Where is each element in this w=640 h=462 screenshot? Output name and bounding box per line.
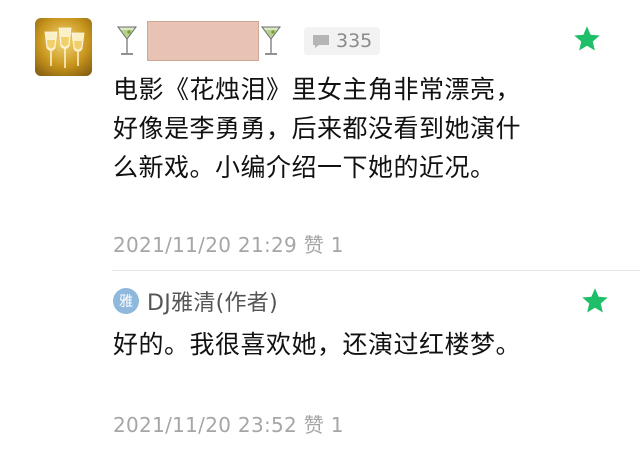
author-badge: 雅 xyxy=(113,288,139,314)
comment-count: 335 xyxy=(336,30,373,52)
comment-likes[interactable]: 赞 1 xyxy=(304,233,344,257)
reply-likes[interactable]: 赞 1 xyxy=(304,413,344,437)
reply-timestamp: 2021/11/20 23:52 xyxy=(113,413,298,437)
comment-text: 电影《花烛泪》里女主角非常漂亮，好像是李勇勇，后来都没看到她演什么新戏。小编介绍… xyxy=(113,75,522,182)
username-redacted xyxy=(147,21,259,61)
reply-text: 好的。我很喜欢她，还演过红楼梦。 xyxy=(113,330,522,359)
martini-glass-icon xyxy=(117,26,137,55)
avatar[interactable] xyxy=(35,18,92,76)
martini-glass-icon xyxy=(261,26,281,55)
star-icon[interactable] xyxy=(580,286,610,316)
comment-meta: 2021/11/20 21:29 赞 1 xyxy=(113,229,344,258)
reply-author-name[interactable]: DJ雅清(作者) xyxy=(147,285,278,317)
comment-count-badge[interactable]: 335 xyxy=(304,27,381,55)
star-icon[interactable] xyxy=(572,24,602,54)
comment-bubble-icon xyxy=(313,34,329,48)
reply-author-row: 雅 DJ雅清(作者) xyxy=(113,285,278,317)
reply-meta: 2021/11/20 23:52 赞 1 xyxy=(113,409,344,438)
comment-timestamp: 2021/11/20 21:29 xyxy=(113,233,298,257)
wine-glasses-avatar-icon xyxy=(44,27,85,68)
divider xyxy=(112,270,640,271)
